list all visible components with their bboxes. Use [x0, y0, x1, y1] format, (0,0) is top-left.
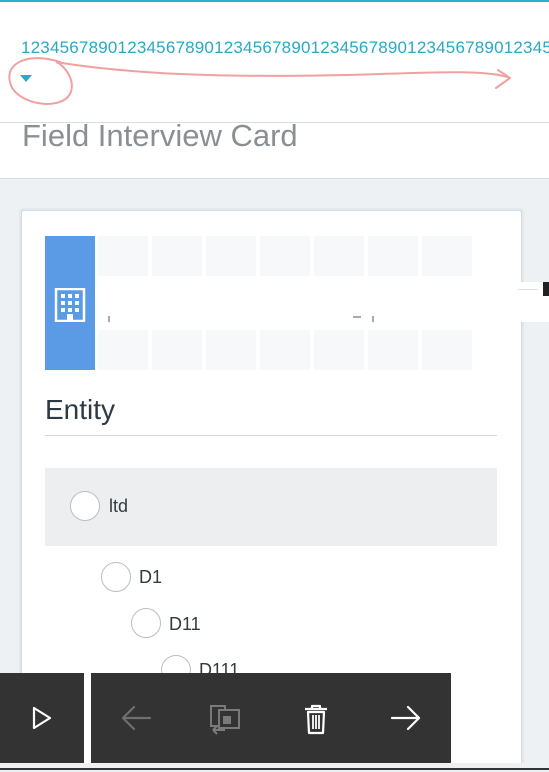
edge-handle[interactable] [543, 282, 549, 296]
transfer-icon[interactable] [209, 703, 243, 735]
tree-item-label: ltd [109, 496, 129, 516]
annotation-scribble [8, 57, 511, 105]
toolbar-left [0, 673, 84, 763]
arrow-right-icon[interactable] [389, 703, 423, 733]
edge-line [518, 289, 538, 293]
page-title: Field Interview Card [22, 118, 298, 153]
radio-d11[interactable] [131, 608, 161, 638]
redacted-band [98, 282, 549, 322]
bottom-edge [0, 768, 549, 770]
tree-item-label: D1 [139, 567, 163, 587]
trash-icon[interactable] [303, 703, 329, 735]
radio-ltd[interactable] [70, 491, 100, 521]
toolbar-actions [91, 673, 451, 763]
tree-item-label: D11 [169, 614, 201, 634]
arrow-left-icon[interactable] [119, 703, 153, 733]
section-divider [45, 435, 497, 436]
entity-type-badge [45, 236, 95, 370]
section-title: Entity [45, 394, 116, 425]
building-icon [54, 288, 86, 322]
play-icon[interactable] [28, 704, 56, 732]
radio-d1[interactable] [101, 562, 131, 592]
record-header: 1234567890123456789012345678901234567890… [0, 2, 549, 123]
